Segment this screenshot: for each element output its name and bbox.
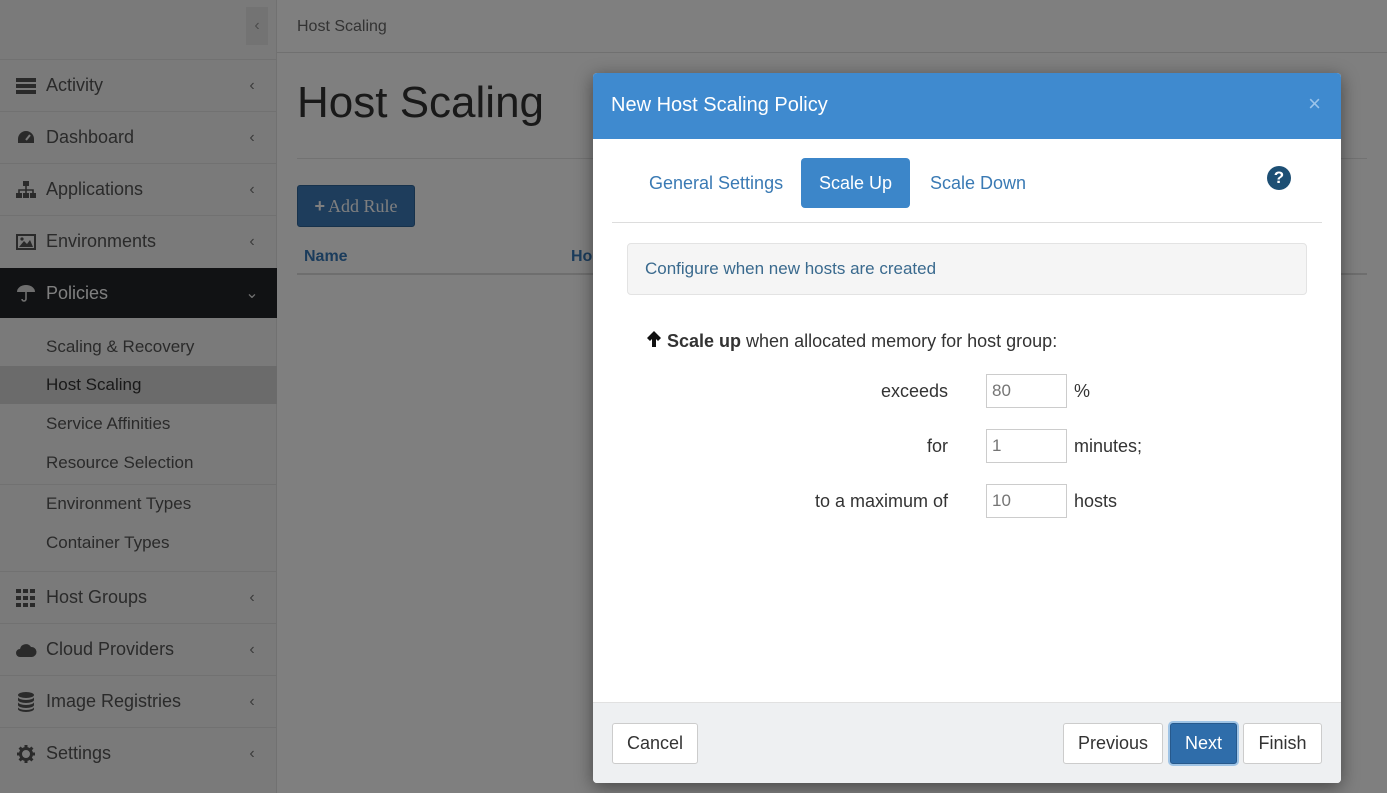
help-icon[interactable]: ? — [1267, 166, 1291, 190]
exceeds-label: exceeds — [880, 381, 948, 401]
for-label: for — [926, 436, 948, 456]
exceeds-unit: % — [1074, 381, 1091, 401]
finish-button[interactable]: Finish — [1243, 723, 1322, 764]
form-row-exceeds: exceeds % — [593, 374, 1341, 408]
maximum-label: to a maximum of — [814, 491, 948, 511]
previous-button[interactable]: Previous — [1063, 723, 1163, 764]
tab-general-settings[interactable]: General Settings — [631, 158, 801, 208]
scale-up-strong: Scale up — [667, 331, 742, 351]
form-row-maximum: to a maximum of hosts — [593, 484, 1341, 518]
minutes-input[interactable] — [986, 429, 1067, 463]
max-hosts-input[interactable] — [986, 484, 1067, 518]
info-box: Configure when new hosts are created — [627, 243, 1307, 295]
new-host-scaling-policy-dialog: New Host Scaling Policy × General Settin… — [593, 73, 1341, 783]
tab-bar: General Settings Scale Up Scale Down — [612, 157, 1322, 223]
scale-up-text: when allocated memory for host group: — [746, 331, 1058, 351]
modal-header: New Host Scaling Policy × — [593, 73, 1341, 139]
close-icon[interactable]: × — [1308, 91, 1321, 117]
modal-footer: Cancel Previous Next Finish — [593, 702, 1341, 783]
exceeds-input[interactable] — [986, 374, 1067, 408]
scale-up-description: Scale up when allocated memory for host … — [645, 330, 1057, 353]
next-button[interactable]: Next — [1170, 723, 1237, 764]
tab-scale-down[interactable]: Scale Down — [912, 158, 1044, 208]
arrow-up-icon — [645, 330, 663, 353]
minutes-unit: minutes; — [1074, 436, 1143, 456]
modal-title: New Host Scaling Policy — [611, 94, 828, 116]
cancel-button[interactable]: Cancel — [612, 723, 698, 764]
tab-scale-up[interactable]: Scale Up — [801, 158, 911, 208]
form-row-for: for minutes; — [593, 429, 1341, 463]
hosts-unit: hosts — [1074, 491, 1118, 511]
